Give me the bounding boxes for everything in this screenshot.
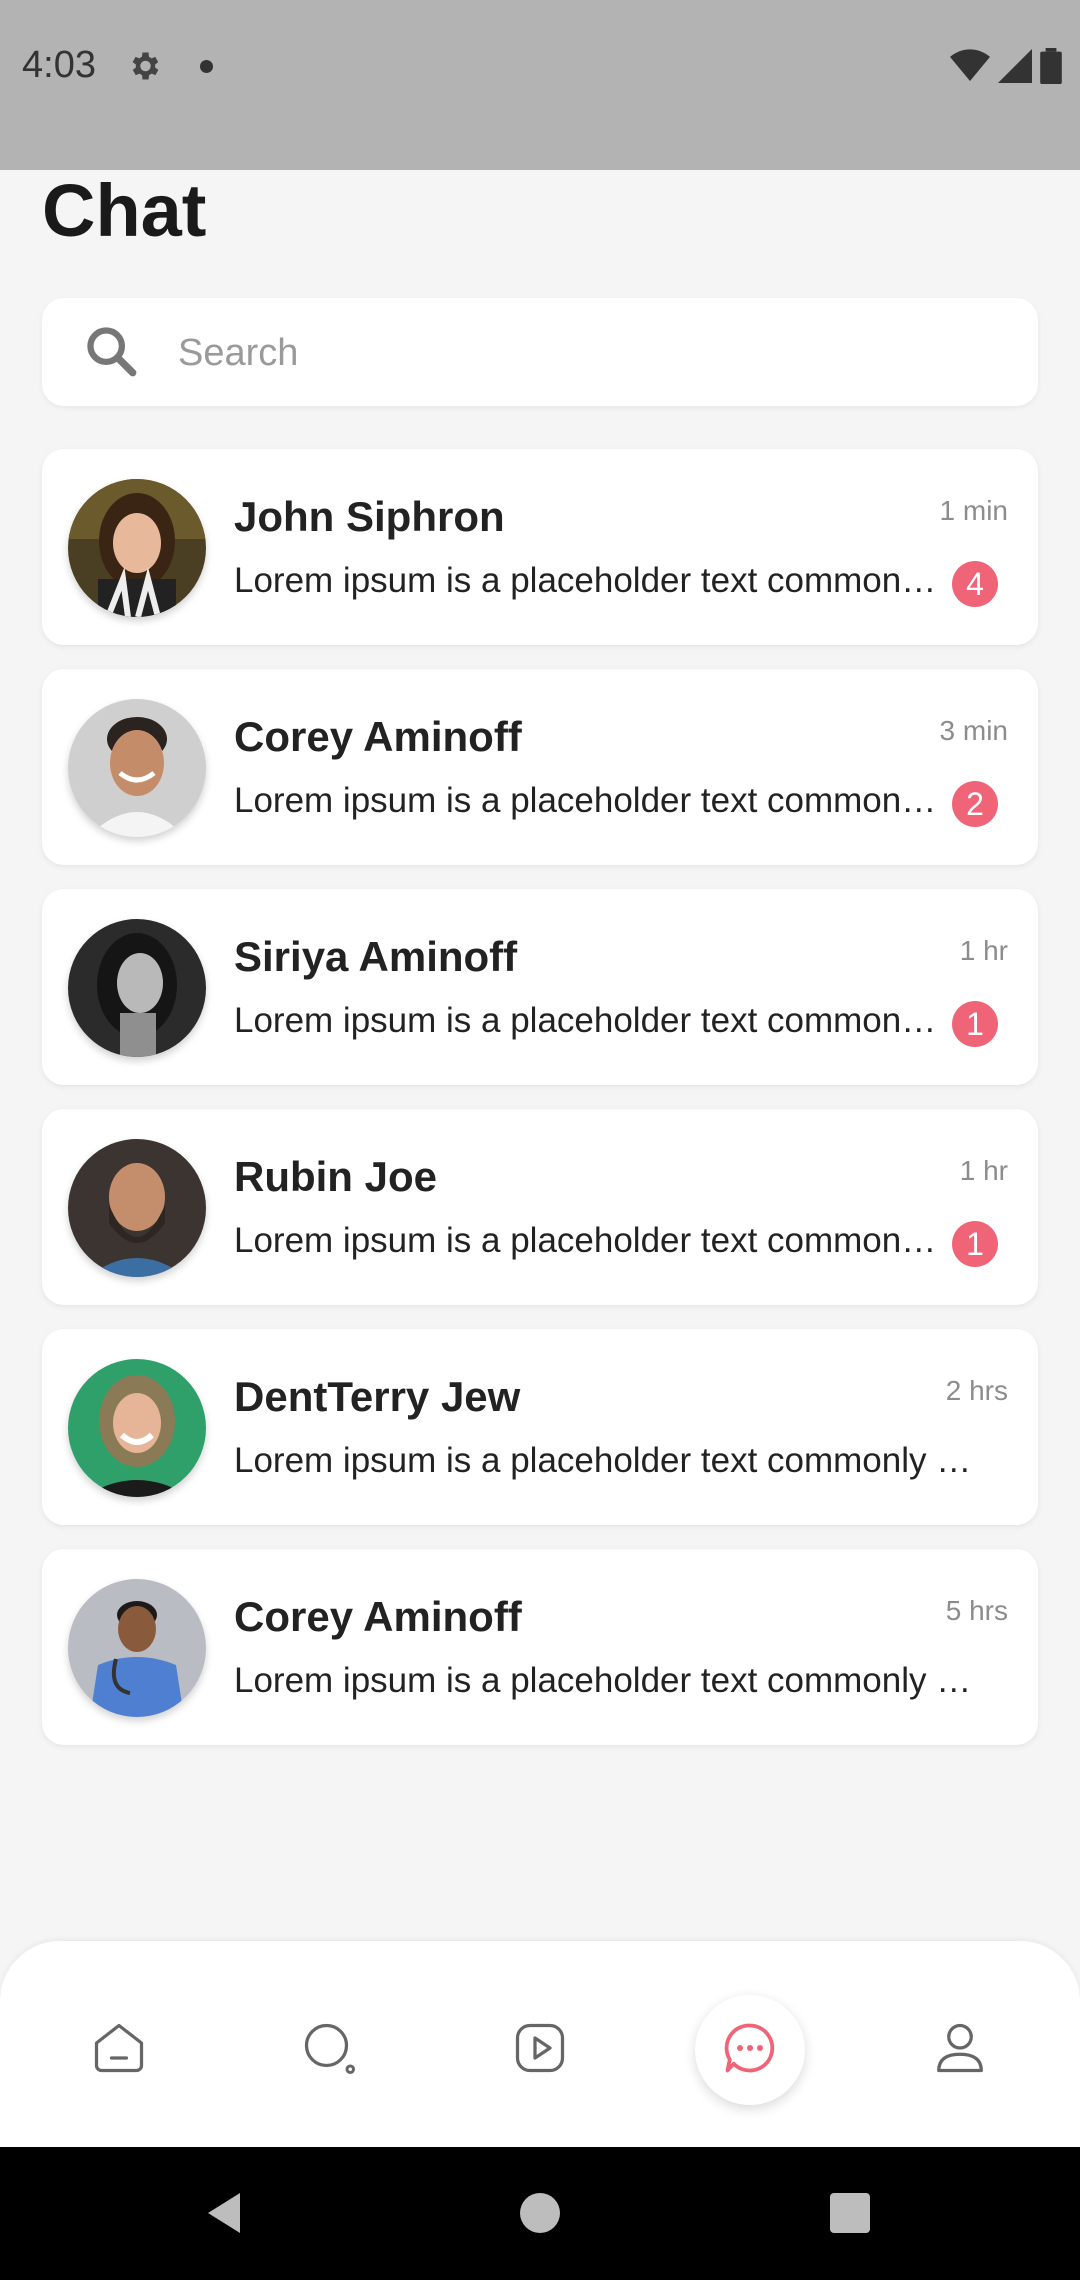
nav-home-button[interactable]: [64, 1995, 174, 2105]
search-icon: [299, 2018, 359, 2083]
message-time: 1 hr: [959, 935, 1008, 966]
notification-dot-icon: [200, 60, 213, 73]
chat-list: John Siphron 1 min Lorem ipsum is a plac…: [42, 449, 1038, 1769]
play-icon: [510, 2018, 570, 2083]
message-time: 1 min: [939, 495, 1008, 526]
search-bar[interactable]: [42, 298, 1038, 406]
avatar: [68, 919, 206, 1057]
chat-item[interactable]: John Siphron 1 min Lorem ipsum is a plac…: [42, 449, 1038, 645]
cell-signal-icon: [998, 49, 1032, 88]
status-bar: 4:03: [0, 0, 1080, 170]
avatar: [68, 1359, 206, 1497]
message-time: 5 hrs: [945, 1595, 1008, 1626]
message-preview: Lorem ipsum is a placeholder text common…: [234, 1221, 944, 1260]
message-time: 2 hrs: [945, 1375, 1008, 1406]
home-circle-icon[interactable]: [520, 2193, 560, 2233]
message-preview: Lorem ipsum is a placeholder text common…: [234, 1441, 984, 1480]
message-time: 3 min: [939, 715, 1008, 746]
bottom-navigation: [0, 1941, 1080, 2147]
nav-profile-button[interactable]: [905, 1995, 1015, 2105]
back-icon[interactable]: [200, 2189, 248, 2242]
search-input[interactable]: [176, 318, 1000, 388]
contact-name: Corey Aminoff: [234, 1593, 522, 1640]
contact-name: DentTerry Jew: [234, 1373, 521, 1420]
profile-icon: [930, 2018, 990, 2083]
nav-chat-button[interactable]: [695, 1995, 805, 2105]
nav-search-button[interactable]: [274, 1995, 384, 2105]
search-icon: [82, 322, 140, 385]
nav-video-button[interactable]: [485, 1995, 595, 2105]
chat-item[interactable]: Corey Aminoff 5 hrs Lorem ipsum is a pla…: [42, 1549, 1038, 1745]
unread-badge: 2: [952, 781, 998, 827]
battery-icon: [1040, 48, 1062, 89]
contact-name: John Siphron: [234, 493, 505, 540]
wifi-icon: [950, 49, 990, 88]
message-preview: Lorem ipsum is a placeholder text common…: [234, 561, 944, 600]
message-time: 1 hr: [959, 1155, 1008, 1186]
status-indicators: [950, 48, 1062, 89]
settings-gear-icon: [126, 48, 162, 89]
home-icon: [89, 2018, 149, 2083]
contact-name: Siriya Aminoff: [234, 933, 518, 980]
avatar: [68, 1139, 206, 1277]
system-navigation-bar: [0, 2147, 1080, 2280]
status-time: 4:03: [22, 44, 96, 86]
chat-item[interactable]: Siriya Aminoff 1 hr Lorem ipsum is a pla…: [42, 889, 1038, 1085]
avatar: [68, 1579, 206, 1717]
avatar: [68, 699, 206, 837]
unread-badge: 4: [952, 561, 998, 607]
chat-icon: [720, 2018, 780, 2083]
message-preview: Lorem ipsum is a placeholder text common…: [234, 1661, 984, 1700]
unread-badge: 1: [952, 1001, 998, 1047]
avatar: [68, 479, 206, 617]
recents-square-icon[interactable]: [830, 2193, 870, 2233]
chat-item[interactable]: Corey Aminoff 3 min Lorem ipsum is a pla…: [42, 669, 1038, 865]
message-preview: Lorem ipsum is a placeholder text common…: [234, 1001, 944, 1040]
chat-item[interactable]: DentTerry Jew 2 hrs Lorem ipsum is a pla…: [42, 1329, 1038, 1525]
contact-name: Rubin Joe: [234, 1153, 438, 1200]
chat-item[interactable]: Rubin Joe 1 hr Lorem ipsum is a placehol…: [42, 1109, 1038, 1305]
contact-name: Corey Aminoff: [234, 713, 522, 760]
unread-badge: 1: [952, 1221, 998, 1267]
page-title: Chat: [42, 169, 207, 252]
message-preview: Lorem ipsum is a placeholder text common…: [234, 781, 944, 820]
